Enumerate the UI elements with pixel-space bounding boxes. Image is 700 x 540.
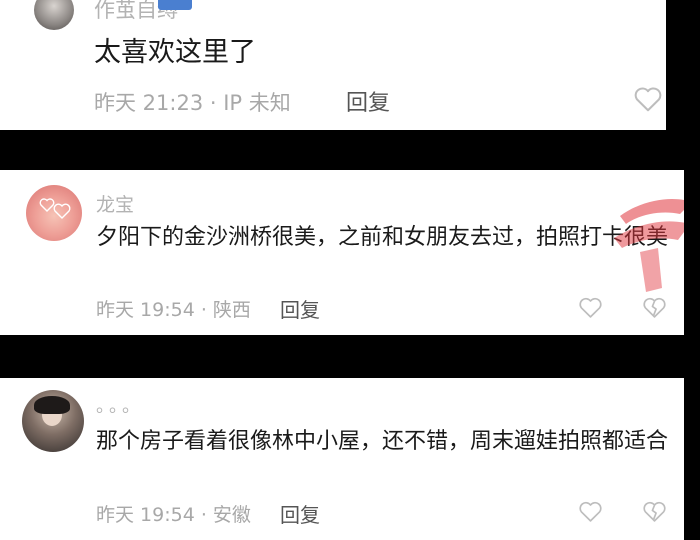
watermark-logo bbox=[600, 188, 684, 302]
reply-button[interactable]: 回复 bbox=[280, 294, 320, 323]
reply-button[interactable]: 回复 bbox=[280, 499, 320, 528]
comment-text: 那个房子看着很像林中小屋，还不错，周末遛娃拍照都适合 bbox=[96, 429, 669, 454]
comment-username[interactable]: 龙宝 bbox=[96, 190, 134, 217]
avatar[interactable] bbox=[22, 390, 84, 452]
avatar[interactable] bbox=[34, 0, 74, 30]
avatar[interactable] bbox=[26, 185, 82, 241]
comment-card: 作茧自缚 太喜欢这里了 昨天 21:23 · IP 未知 回复 bbox=[0, 0, 666, 130]
heart-glyph bbox=[39, 198, 71, 219]
comment-meta: 昨天 19:54 · 安徽 bbox=[96, 504, 251, 526]
comment-card: 。。。 那个房子看着很像林中小屋，还不错，周末遛娃拍照都适合 昨天 19:54 … bbox=[0, 378, 684, 540]
avatar-hair bbox=[34, 396, 70, 414]
comment-text: 太喜欢这里了 bbox=[94, 37, 256, 68]
reply-button[interactable]: 回复 bbox=[346, 85, 390, 117]
comment-meta: 昨天 21:23 · IP 未知 bbox=[94, 91, 291, 115]
comment-text: 夕阳下的金沙洲桥很美，之前和女朋友去过，拍照打卡很美 bbox=[96, 225, 669, 250]
user-badge bbox=[158, 0, 192, 10]
comment-username[interactable]: 。。。 bbox=[96, 392, 144, 418]
heart-icon[interactable] bbox=[578, 500, 603, 523]
comment-card: 龙宝 夕阳下的金沙洲桥很美，之前和女朋友去过，拍照打卡很美 昨天 19:54 ·… bbox=[0, 170, 684, 335]
heart-icon[interactable] bbox=[633, 85, 663, 113]
broken-heart-icon[interactable] bbox=[642, 500, 667, 523]
comment-meta: 昨天 19:54 · 陕西 bbox=[96, 299, 251, 321]
